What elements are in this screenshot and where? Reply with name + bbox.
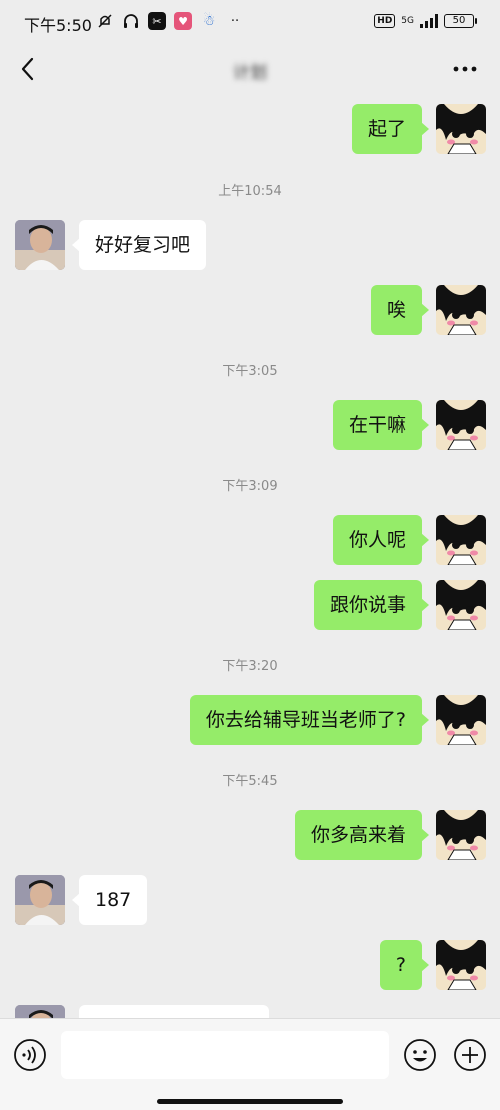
signal-icon (420, 14, 438, 28)
message-bubble-in[interactable] (79, 1005, 269, 1018)
input-bar (0, 1018, 500, 1110)
message-bubble-in[interactable]: 好好复习吧 (71, 220, 207, 270)
message-row-out: 你人呢 (0, 515, 500, 565)
message-bubble-out[interactable]: 唉 (370, 285, 430, 335)
contact-avatar[interactable] (15, 220, 65, 270)
message-bubble-out[interactable]: ? (379, 940, 430, 990)
message-row-out: ? (0, 940, 500, 990)
app-notification-icon-2: ☃ (202, 13, 216, 29)
message-bubble-out[interactable]: 你多高来着 (294, 810, 430, 860)
my-avatar[interactable] (436, 400, 486, 450)
message-row-out: 起了 (0, 104, 500, 154)
voice-icon[interactable] (13, 1038, 47, 1072)
message-row-in: 187 (0, 875, 500, 925)
timestamp: 下午5:45 (222, 774, 278, 789)
message-row-out: 在干嘛 (0, 400, 500, 450)
my-avatar[interactable] (436, 104, 486, 154)
network-type: 5G (401, 15, 414, 26)
plus-icon[interactable] (453, 1038, 487, 1072)
emoji-icon[interactable] (403, 1038, 437, 1072)
timestamp: 上午10:54 (218, 184, 282, 199)
message-bubble-out[interactable]: 在干嘛 (332, 400, 430, 450)
message-bubble-out[interactable]: 你去给辅导班当老师了? (189, 695, 430, 745)
message-bubble-out[interactable]: 起了 (351, 104, 430, 154)
message-row-in-partial (0, 1005, 500, 1018)
home-indicator (157, 1099, 343, 1104)
status-bar: 下午5:50 ✂ ♥ ☃ ·· HD 5G 50 (0, 0, 500, 46)
hd-badge: HD (374, 14, 396, 28)
timestamp: 下午3:09 (222, 479, 278, 494)
status-time: 下午5:50 (24, 16, 92, 35)
message-bubble-in[interactable]: 187 (71, 875, 148, 925)
notification-icons: ✂ ♥ ☃ ·· (96, 12, 244, 30)
message-bubble-out[interactable]: 跟你说事 (313, 580, 430, 630)
my-avatar[interactable] (436, 285, 486, 335)
timestamp: 下午3:05 (222, 364, 278, 379)
timestamp: 下午3:20 (222, 659, 278, 674)
message-bubble-out[interactable]: 你人呢 (332, 515, 430, 565)
my-avatar[interactable] (436, 940, 486, 990)
more-notifications-icon: ·· (230, 13, 240, 29)
message-row-in: 好好复习吧 (0, 220, 500, 270)
contact-avatar[interactable] (15, 1005, 65, 1018)
contact-avatar[interactable] (15, 875, 65, 925)
message-input[interactable] (61, 1031, 389, 1079)
battery-icon: 50 (444, 14, 477, 28)
message-row-out: 你多高来着 (0, 810, 500, 860)
status-right: HD 5G 50 (374, 14, 477, 28)
message-row-out: 唉 (0, 285, 500, 335)
chat-messages: 起了 上午10:54 好好复习吧 唉 下午3:05 在干嘛 下午3:09 你人呢 (0, 94, 500, 1018)
capcut-app-icon: ✂ (148, 12, 166, 30)
chat-title: 计划 (233, 63, 267, 83)
my-avatar[interactable] (436, 580, 486, 630)
my-avatar[interactable] (436, 695, 486, 745)
message-row-out: 跟你说事 (0, 580, 500, 630)
mute-icon (96, 12, 114, 30)
headphones-icon (122, 12, 140, 30)
my-avatar[interactable] (436, 515, 486, 565)
more-dots-icon[interactable] (450, 56, 480, 82)
app-notification-icon: ♥ (174, 12, 192, 30)
nav-bar: 计划 (0, 46, 500, 94)
message-row-out: 你去给辅导班当老师了? (0, 695, 500, 745)
my-avatar[interactable] (436, 810, 486, 860)
